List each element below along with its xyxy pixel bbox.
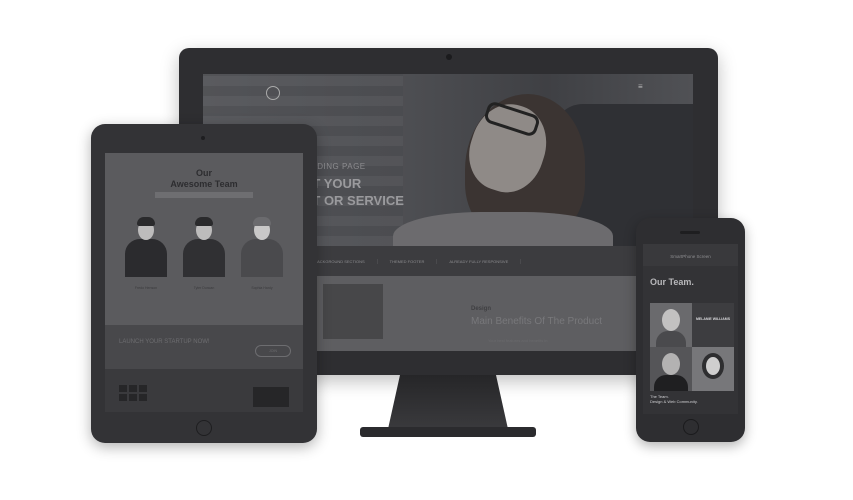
team-photo-grid: MELANIE WILLIAMS [650, 303, 734, 391]
nav-item-4[interactable]: THEMED FOOTER [378, 258, 438, 264]
footer-thumbnail[interactable] [129, 385, 137, 392]
team-member-photo [175, 215, 233, 279]
featured-member-name: MELANIE WILLIAMS [696, 317, 731, 321]
footer-thumbnail[interactable] [119, 385, 127, 392]
launch-text: LAUNCH YOUR STARTUP NOW! [119, 339, 210, 345]
phone-footer-text: The Team. Design & Web Community. [650, 394, 698, 404]
nav-item-5[interactable]: ALREADY FULLY RESPONSIVE [437, 258, 522, 264]
team-member-photo [233, 215, 291, 279]
hero-subtitle: NDING PAGE [311, 162, 366, 171]
monitor-stand-base [360, 427, 536, 437]
team-description [155, 192, 253, 198]
logo-icon[interactable] [266, 86, 280, 100]
footer-thumbnail[interactable] [139, 394, 147, 401]
benefits-image [323, 284, 383, 339]
footer-thumbnail[interactable] [129, 394, 137, 401]
team-member-photo [117, 215, 175, 279]
phone-team-title: Our Team. [650, 277, 694, 287]
team-member-name: Sophia Hardy [251, 286, 273, 290]
hero-title-line1: NT YOUR [303, 176, 362, 191]
benefits-text: Your best features and benefits in [488, 338, 548, 343]
hero-title: NT YOUR CT OR SERVICE [303, 175, 453, 209]
team-title-line1: Our [195, 168, 212, 178]
speaker-icon [680, 231, 700, 234]
benefits-label: Design [471, 306, 492, 312]
team-member-name: Fredo Henson [134, 286, 158, 290]
tablet-screen: Our Awesome Team Fredo Henson Tyler Dunc… [105, 153, 303, 412]
home-button[interactable] [196, 420, 212, 436]
team-title-line2: Awesome Team [170, 179, 238, 189]
monitor-stand-neck [388, 375, 508, 429]
phone-screen: SmartPhone Screen Our Team. MELANIE WILL… [643, 244, 738, 414]
benefits-title: Main Benefits Of The Product [471, 316, 602, 327]
footer-thumbnail[interactable] [139, 385, 147, 392]
featured-member-card[interactable]: MELANIE WILLIAMS [692, 303, 734, 347]
phone-footer-line2: Design & Web Community. [650, 399, 698, 404]
footer-thumbnail[interactable] [119, 394, 127, 401]
footer-image [253, 387, 289, 407]
hamburger-menu-icon[interactable]: ≡ [638, 82, 643, 91]
team-photo[interactable] [692, 347, 734, 391]
team-photo[interactable] [650, 347, 692, 391]
team-member-name: Tyler Duncan [193, 286, 215, 290]
launch-button[interactable]: JOIN [255, 345, 291, 357]
phone-header-title: SmartPhone Screen [670, 254, 711, 259]
tablet-device: Our Awesome Team Fredo Henson Tyler Dunc… [91, 124, 317, 443]
webcam-icon [446, 54, 452, 60]
hero-title-line2: CT OR SERVICE [303, 193, 404, 208]
home-button[interactable] [683, 419, 699, 435]
smartphone-device: SmartPhone Screen Our Team. MELANIE WILL… [636, 218, 745, 442]
tablet-camera-icon [201, 136, 205, 140]
team-photo[interactable] [650, 303, 692, 347]
hero-person-body [393, 212, 613, 246]
